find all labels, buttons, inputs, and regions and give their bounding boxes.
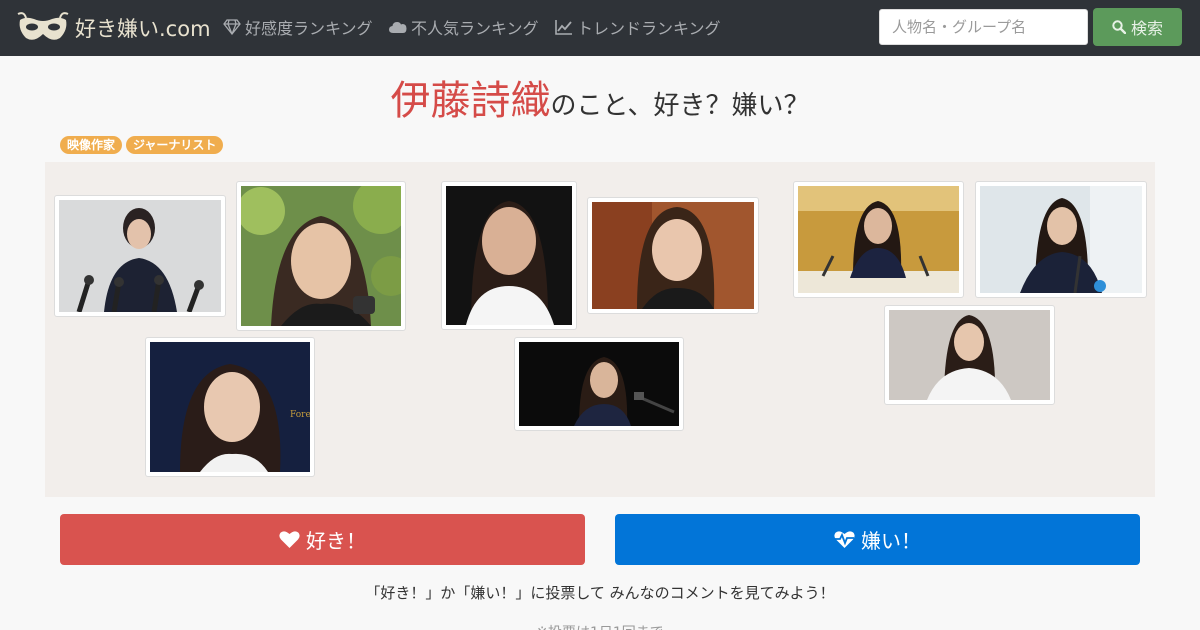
vote-limit-note: ※投票は1日1回まで [0, 622, 1200, 630]
photo-6-image [519, 342, 679, 426]
search-input[interactable] [879, 9, 1088, 45]
photo-4[interactable] [441, 181, 577, 330]
photo-gallery: Foreign [45, 162, 1155, 497]
nav-popularity-ranking[interactable]: 好感度ランキング [223, 15, 373, 39]
cloud-icon [389, 22, 407, 33]
like-button[interactable]: 好き！ [60, 514, 585, 565]
diamond-icon [223, 19, 241, 35]
photo-3[interactable]: Foreign [145, 337, 315, 477]
title-question: のこと、好き？嫌い？ [550, 91, 810, 121]
photo-2-image [241, 186, 401, 326]
photo-7-image [798, 186, 959, 293]
dislike-button[interactable]: 嫌い！ [615, 514, 1140, 565]
brand[interactable]: 好き嫌い.com [16, 10, 211, 46]
brand-text: 好き嫌い.com [75, 17, 211, 41]
dislike-button-label: 嫌い！ [861, 529, 921, 553]
nav-popularity-label: 好感度ランキング [245, 19, 373, 38]
photo-5-image [592, 202, 754, 309]
tag-list: 映像作家 ジャーナリスト [60, 136, 224, 154]
photo-4-image [446, 186, 572, 325]
nav-unpopular-label: 不人気ランキング [411, 19, 539, 38]
person-name: 伊藤詩織 [390, 78, 551, 124]
photo-3-image: Foreign [150, 342, 310, 472]
search-button-label: 検索 [1130, 19, 1163, 38]
heartbeat-icon [834, 531, 855, 548]
photo-2[interactable] [236, 181, 406, 331]
nav-trend-label: トレンドランキング [577, 19, 721, 38]
nav-unpopular-ranking[interactable]: 不人気ランキング [389, 15, 539, 39]
photo-7[interactable] [793, 181, 964, 298]
line-chart-icon [555, 20, 572, 35]
photo-9-image [889, 310, 1050, 400]
heart-icon [279, 531, 300, 548]
navbar: 好き嫌い.com 好感度ランキング 不人気ランキング トレンドランキング 検索 [0, 0, 1200, 56]
tag-badge[interactable]: 映像作家 [60, 136, 123, 154]
tag-badge[interactable]: ジャーナリスト [126, 136, 224, 154]
vote-hint: 「好き！」か「嫌い！」に投票して みんなのコメントを見てみよう！ [365, 584, 835, 602]
photo-1[interactable] [54, 195, 226, 317]
mask-icon [17, 12, 69, 40]
photo-6[interactable] [514, 337, 684, 431]
photo-1-image [59, 200, 221, 312]
photo-8-image [980, 186, 1142, 293]
like-button-label: 好き！ [306, 529, 366, 553]
photo-5[interactable] [587, 197, 759, 314]
nav-trend-ranking[interactable]: トレンドランキング [555, 15, 721, 39]
photo-8[interactable] [975, 181, 1147, 298]
svg-text:Foreign: Foreign [290, 410, 310, 420]
search-icon [1112, 20, 1126, 34]
search-button[interactable]: 検索 [1093, 8, 1182, 46]
photo-9[interactable] [884, 305, 1055, 405]
page-title: 伊藤詩織のこと、好き？嫌い？ [0, 68, 1200, 126]
